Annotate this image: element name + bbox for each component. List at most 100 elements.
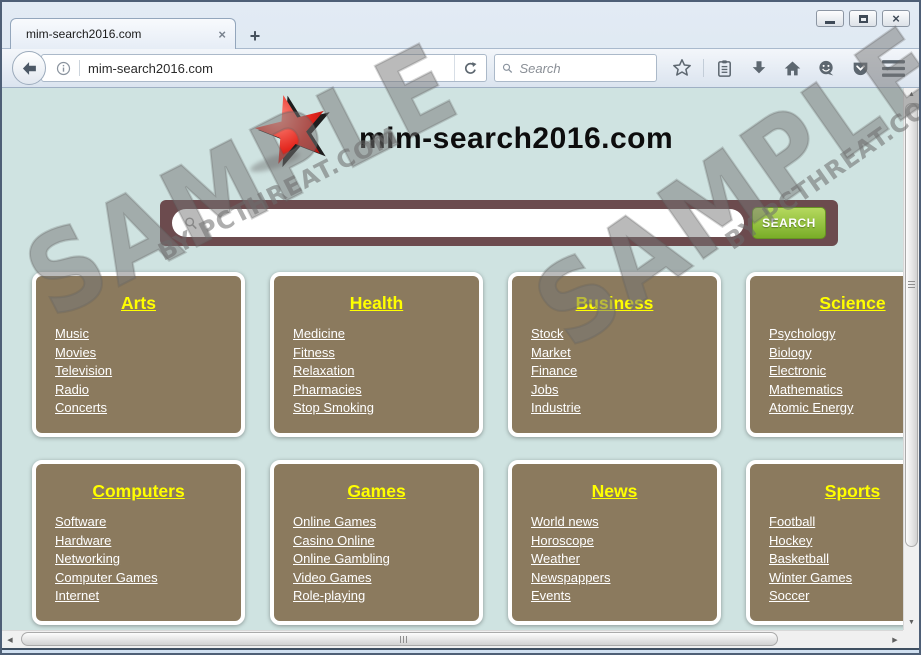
category-link-television[interactable]: Television bbox=[55, 362, 112, 381]
category-link-electronic[interactable]: Electronic bbox=[769, 362, 826, 381]
category-link-football[interactable]: Football bbox=[769, 513, 815, 532]
category-link-medicine[interactable]: Medicine bbox=[293, 325, 345, 344]
scroll-left-button[interactable]: ◀ bbox=[2, 631, 18, 648]
category-link-psychology[interactable]: Psychology bbox=[769, 325, 835, 344]
category-link-horoscope[interactable]: Horoscope bbox=[531, 532, 594, 551]
category-card: Health MedicineFitnessRelaxationPharmaci… bbox=[270, 272, 483, 437]
vertical-scrollbar[interactable]: ▲ ▼ bbox=[903, 86, 919, 630]
category-title-computers[interactable]: Computers bbox=[36, 481, 241, 502]
scroll-up-button[interactable]: ▲ bbox=[904, 86, 919, 102]
back-button[interactable] bbox=[12, 51, 46, 85]
page-search-input[interactable] bbox=[206, 216, 732, 231]
category-link-online-gambling[interactable]: Online Gambling bbox=[293, 550, 390, 569]
category-link-casino-online[interactable]: Casino Online bbox=[293, 532, 375, 551]
toolbar-search-box[interactable] bbox=[494, 54, 657, 82]
category-link-concerts[interactable]: Concerts bbox=[55, 399, 107, 418]
new-tab-button[interactable]: + bbox=[242, 25, 268, 47]
category-link-role-playing[interactable]: Role-playing bbox=[293, 587, 365, 606]
bookmarks-menu-button[interactable] bbox=[712, 55, 738, 81]
hello-smiley-icon bbox=[817, 59, 836, 78]
category-title-news[interactable]: News bbox=[512, 481, 717, 502]
category-links: MusicMoviesTelevisionRadioConcerts bbox=[55, 325, 241, 418]
category-title-games[interactable]: Games bbox=[274, 481, 479, 502]
category-link-networking[interactable]: Networking bbox=[55, 550, 120, 569]
category-link-stop-smoking[interactable]: Stop Smoking bbox=[293, 399, 374, 418]
menu-button[interactable] bbox=[881, 55, 907, 81]
category-card: Computers SoftwareHardwareNetworkingComp… bbox=[32, 460, 245, 625]
home-button[interactable] bbox=[779, 55, 805, 81]
scrollbar-grip bbox=[400, 636, 407, 643]
category-links: MedicineFitnessRelaxationPharmaciesStop … bbox=[293, 325, 479, 418]
page-viewport: mim-search2016.com SEARCH Arts MusicMovi… bbox=[2, 86, 903, 630]
url-text[interactable]: mim-search2016.com bbox=[88, 61, 454, 76]
toolbar-search-input[interactable] bbox=[519, 61, 649, 76]
tab-title: mim-search2016.com bbox=[26, 27, 218, 41]
category-link-biology[interactable]: Biology bbox=[769, 344, 812, 363]
horizontal-scrollbar[interactable]: ◀ ▶ bbox=[2, 630, 903, 648]
category-link-weather[interactable]: Weather bbox=[531, 550, 580, 569]
reload-button[interactable] bbox=[454, 55, 486, 81]
hello-button[interactable] bbox=[813, 55, 839, 81]
category-link-music[interactable]: Music bbox=[55, 325, 89, 344]
category-link-winter-games[interactable]: Winter Games bbox=[769, 569, 852, 588]
category-link-market[interactable]: Market bbox=[531, 344, 571, 363]
category-link-soccer[interactable]: Soccer bbox=[769, 587, 809, 606]
category-link-movies[interactable]: Movies bbox=[55, 344, 96, 363]
category-link-online-games[interactable]: Online Games bbox=[293, 513, 376, 532]
category-card: Science PsychologyBiologyElectronicMathe… bbox=[746, 272, 903, 437]
category-link-basketball[interactable]: Basketball bbox=[769, 550, 829, 569]
downloads-button[interactable] bbox=[746, 55, 772, 81]
category-link-computer-games[interactable]: Computer Games bbox=[55, 569, 158, 588]
category-link-events[interactable]: Events bbox=[531, 587, 571, 606]
scroll-right-button[interactable]: ▶ bbox=[887, 631, 903, 648]
category-link-radio[interactable]: Radio bbox=[55, 381, 89, 400]
close-button[interactable]: × bbox=[882, 10, 910, 27]
close-icon: × bbox=[892, 12, 900, 25]
search-submit-button[interactable]: SEARCH bbox=[752, 207, 826, 239]
category-link-pharmacies[interactable]: Pharmacies bbox=[293, 381, 362, 400]
category-link-jobs[interactable]: Jobs bbox=[531, 381, 558, 400]
category-card: Business StockMarketFinanceJobsIndustrie bbox=[508, 272, 721, 437]
category-link-mathematics[interactable]: Mathematics bbox=[769, 381, 843, 400]
category-title-health[interactable]: Health bbox=[274, 293, 479, 314]
category-card: Arts MusicMoviesTelevisionRadioConcerts bbox=[32, 272, 245, 437]
minimize-button[interactable] bbox=[816, 10, 844, 27]
horizontal-scrollbar-thumb[interactable] bbox=[21, 632, 778, 646]
category-link-software[interactable]: Software bbox=[55, 513, 106, 532]
browser-window: × mim-search2016.com × + mim-search2016.… bbox=[0, 0, 921, 655]
category-title-business[interactable]: Business bbox=[512, 293, 717, 314]
category-link-video-games[interactable]: Video Games bbox=[293, 569, 372, 588]
window-controls: × bbox=[816, 10, 910, 27]
page-search-field[interactable] bbox=[172, 209, 744, 237]
scroll-down-button[interactable]: ▼ bbox=[904, 614, 919, 630]
category-title-science[interactable]: Science bbox=[750, 293, 903, 314]
browser-tab[interactable]: mim-search2016.com × bbox=[10, 18, 236, 49]
category-link-world-news[interactable]: World news bbox=[531, 513, 599, 532]
info-icon[interactable] bbox=[56, 61, 71, 76]
category-link-fitness[interactable]: Fitness bbox=[293, 344, 335, 363]
back-icon bbox=[21, 60, 38, 77]
category-link-newspappers[interactable]: Newspappers bbox=[531, 569, 611, 588]
maximize-button[interactable] bbox=[849, 10, 877, 27]
category-link-relaxation[interactable]: Relaxation bbox=[293, 362, 354, 381]
page-content: mim-search2016.com SEARCH Arts MusicMovi… bbox=[2, 86, 903, 630]
window-bottom-frame bbox=[2, 648, 919, 653]
category-link-hardware[interactable]: Hardware bbox=[55, 532, 111, 551]
category-row-2: Computers SoftwareHardwareNetworkingComp… bbox=[32, 460, 903, 625]
category-card: News World newsHoroscopeWeatherNewspappe… bbox=[508, 460, 721, 625]
category-title-sports[interactable]: Sports bbox=[750, 481, 903, 502]
category-link-stock[interactable]: Stock bbox=[531, 325, 564, 344]
downloads-icon bbox=[750, 59, 768, 77]
category-link-internet[interactable]: Internet bbox=[55, 587, 99, 606]
tab-close-icon[interactable]: × bbox=[218, 27, 226, 42]
url-bar[interactable]: mim-search2016.com bbox=[41, 54, 487, 82]
reload-icon bbox=[463, 61, 478, 76]
category-title-arts[interactable]: Arts bbox=[36, 293, 241, 314]
category-link-finance[interactable]: Finance bbox=[531, 362, 577, 381]
category-link-industrie[interactable]: Industrie bbox=[531, 399, 581, 418]
bookmark-star-button[interactable] bbox=[669, 55, 695, 81]
pocket-button[interactable] bbox=[847, 55, 873, 81]
vertical-scrollbar-thumb[interactable] bbox=[905, 103, 918, 547]
category-link-hockey[interactable]: Hockey bbox=[769, 532, 812, 551]
category-link-atomic-energy[interactable]: Atomic Energy bbox=[769, 399, 854, 418]
